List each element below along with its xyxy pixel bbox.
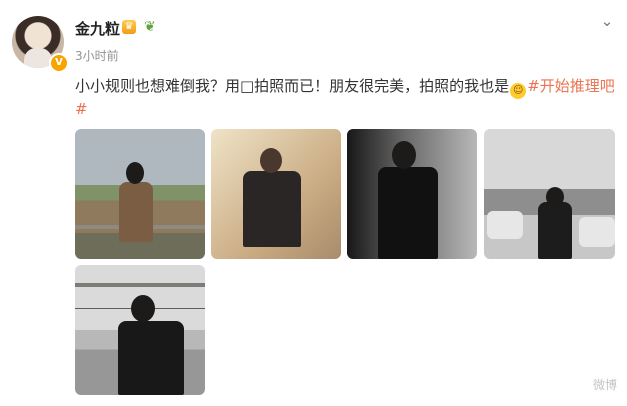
- post-text: 小小规则也想难倒我？用□拍照而已！朋友很完美，拍照的我也是: [75, 77, 510, 95]
- photo-5-head: [131, 295, 155, 322]
- crown-icon: ♛: [122, 20, 136, 34]
- username[interactable]: 金九粒: [75, 18, 120, 39]
- photo-2-head: [260, 148, 282, 173]
- photo-3-jacket: [378, 167, 438, 259]
- photo-1-head: [126, 162, 144, 184]
- watermark: 微博: [592, 378, 617, 392]
- photo-2-coat: [243, 171, 301, 247]
- photo-4-chair: [579, 217, 615, 247]
- avatar-body: [24, 48, 52, 68]
- smile-emoji-icon: ☺: [510, 83, 527, 99]
- photo-3[interactable]: [347, 129, 477, 259]
- photo-1-person: [119, 182, 153, 242]
- photo-5[interactable]: [75, 265, 205, 395]
- photo-4-head: [546, 187, 564, 207]
- post-time[interactable]: 3小时前: [75, 47, 119, 64]
- sprout-icon: ❦: [144, 19, 156, 35]
- photo-3-head: [392, 141, 416, 169]
- post-content: 小小规则也想难倒我？用□拍照而已！朋友很完美，拍照的我也是 ☺ #开始推理吧#: [75, 76, 615, 120]
- photo-1[interactable]: [75, 129, 205, 259]
- more-chevron-icon[interactable]: ⌄: [598, 12, 616, 30]
- photo-5-person: [118, 321, 184, 395]
- photo-4-person: [538, 202, 572, 259]
- badges: ♛ ❦: [122, 20, 156, 34]
- verified-icon: V: [49, 53, 69, 73]
- photo-5-rail: [75, 283, 205, 287]
- photo-4[interactable]: [484, 129, 615, 259]
- photo-4-sofa: [487, 211, 523, 239]
- photo-2[interactable]: [211, 129, 341, 259]
